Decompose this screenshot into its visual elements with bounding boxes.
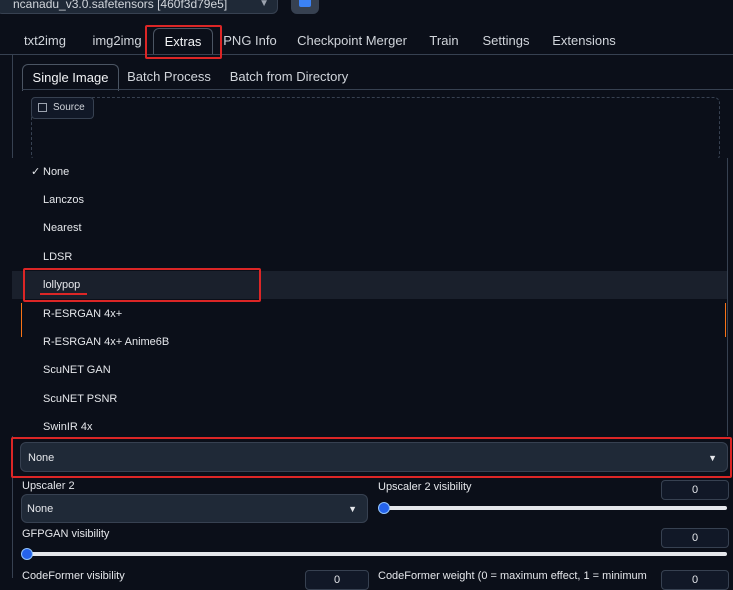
option-label: Nearest [43, 222, 82, 234]
gfpgan-visibility-number[interactable]: 0 [661, 528, 729, 548]
option-scunet-gan[interactable]: ScuNET GAN [12, 356, 727, 384]
subtab-batch-from-directory[interactable]: Batch from Directory [222, 64, 356, 90]
tab-extras[interactable]: Extras [153, 28, 213, 55]
source-label: Source [31, 97, 94, 119]
tab-train[interactable]: Train [422, 28, 466, 54]
option-label: ScuNET GAN [43, 364, 111, 376]
option-label: None [43, 166, 70, 178]
codeformer-visibility-label: CodeFormer visibility [22, 570, 125, 582]
source-image-dropzone[interactable] [31, 97, 720, 161]
refresh-icon [299, 0, 311, 7]
tab-checkpoint-merger[interactable]: Checkpoint Merger [293, 28, 411, 54]
upscaler2-visibility-label: Upscaler 2 visibility [378, 481, 472, 493]
option-label: LDSR [43, 251, 73, 263]
lollypop-underline [40, 293, 87, 295]
option-label: SwinIR 4x [43, 421, 93, 433]
option-label: Lanczos [43, 194, 84, 206]
upscaler2-value: None [27, 503, 54, 515]
tab-txt2img[interactable]: txt2img [16, 28, 74, 54]
upscaler2-select[interactable]: None ▼ [21, 494, 368, 523]
option-scunet-psnr[interactable]: ScuNET PSNR [12, 385, 727, 413]
caret-down-icon: ▼ [348, 504, 357, 514]
subtab-batch-process[interactable]: Batch Process [122, 64, 216, 90]
accent-border-right [725, 303, 726, 337]
refresh-checkpoint-button[interactable] [291, 0, 319, 14]
option-lollypop[interactable]: lollypop [12, 271, 727, 299]
caret-down-icon: ▼ [708, 453, 717, 463]
option-label: lollypop [43, 279, 81, 291]
main-tabs: txt2img img2img Extras PNG Info Checkpoi… [0, 28, 733, 56]
checkpoint-value: ncanadu_v3.0.safetensors [460f3d79e5] [13, 0, 228, 11]
option-label: R-ESRGAN 4x+ [43, 308, 123, 320]
option-label: ScuNET PSNR [43, 393, 118, 405]
gfpgan-visibility-thumb[interactable] [21, 548, 33, 560]
subtab-single-image[interactable]: Single Image [22, 64, 119, 91]
tab-png-info[interactable]: PNG Info [220, 28, 280, 54]
codeformer-weight-number[interactable]: 0 [661, 570, 729, 590]
option-swinir-4x[interactable]: SwinIR 4x [12, 413, 727, 436]
chevron-down-icon: ▼ [259, 0, 269, 9]
gfpgan-visibility-label: GFPGAN visibility [22, 528, 110, 540]
checkpoint-select[interactable]: ncanadu_v3.0.safetensors [460f3d79e5] ▼ [0, 0, 278, 14]
option-r-esrgan-4x[interactable]: R-ESRGAN 4x+ [12, 300, 727, 328]
image-icon [38, 102, 47, 112]
upscaler2-visibility-slider[interactable] [383, 506, 727, 510]
tab-extensions[interactable]: Extensions [547, 28, 621, 54]
gfpgan-visibility-slider[interactable] [26, 552, 727, 556]
upscaler1-value: None [28, 452, 55, 464]
tab-settings[interactable]: Settings [476, 28, 536, 54]
source-label-text: Source [53, 102, 85, 113]
subtabs-divider [22, 89, 733, 90]
tab-img2img[interactable]: img2img [86, 28, 148, 54]
upscaler2-label: Upscaler 2 [22, 480, 75, 492]
option-nearest[interactable]: Nearest [12, 214, 727, 242]
upscaler1-select[interactable]: None ▼ [20, 442, 728, 472]
codeformer-weight-label: CodeFormer weight (0 = maximum effect, 1… [378, 570, 647, 582]
upscaler1-dropdown-list: ✓ None Lanczos Nearest LDSR lollypop R-E… [12, 158, 728, 436]
option-ldsr[interactable]: LDSR [12, 243, 727, 271]
option-r-esrgan-4x-anime6b[interactable]: R-ESRGAN 4x+ Anime6B [12, 328, 727, 356]
upscaler2-visibility-number[interactable]: 0 [661, 480, 729, 500]
option-lanczos[interactable]: Lanczos [12, 186, 727, 214]
codeformer-visibility-number[interactable]: 0 [305, 570, 369, 590]
upscaler2-visibility-thumb[interactable] [378, 502, 390, 514]
accent-border-left [21, 303, 22, 337]
option-none[interactable]: ✓ None [12, 158, 727, 186]
option-label: R-ESRGAN 4x+ Anime6B [43, 336, 170, 348]
checkmark-icon: ✓ [31, 166, 41, 178]
